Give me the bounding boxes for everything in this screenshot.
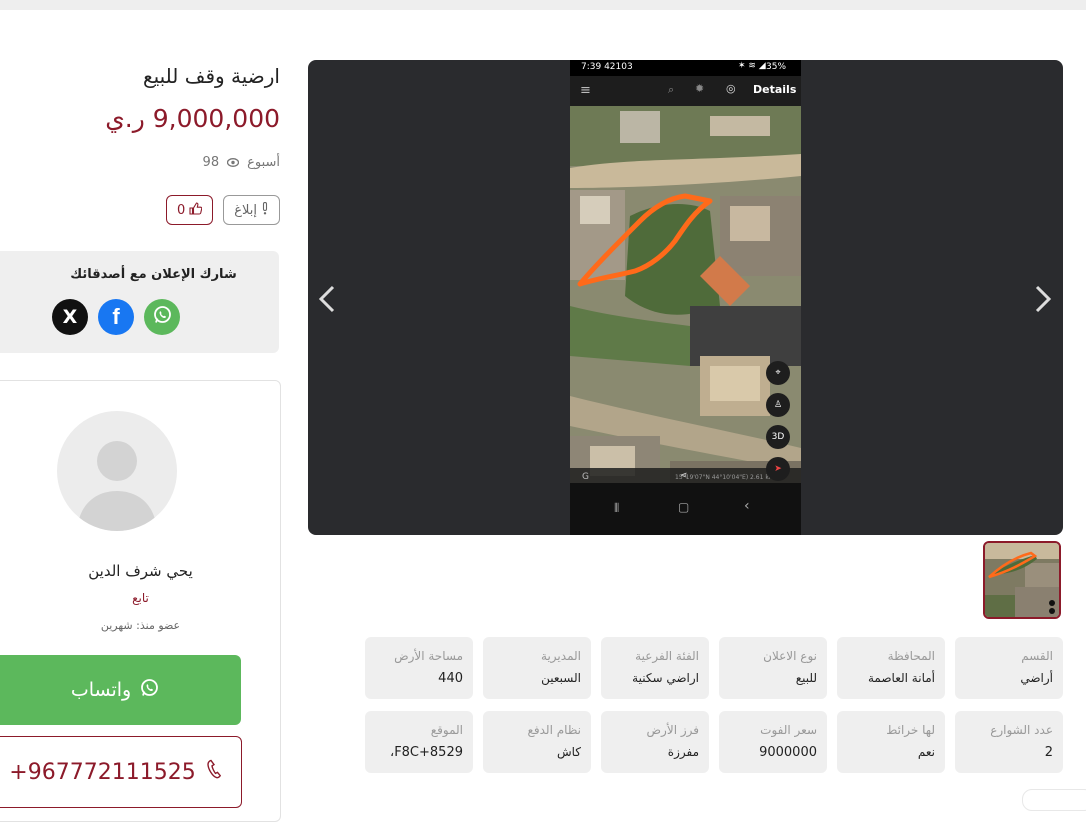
spec-label: الفئة الفرعية: [635, 649, 699, 663]
spec-label: مساحة الأرض: [394, 649, 463, 663]
thumbs-up-icon: [189, 201, 203, 219]
photo-coords: 15°19'07"N 44°10'04"E) 2.61 km: [675, 474, 775, 481]
spec-value: F8C+8529،: [389, 745, 463, 760]
map-3d-label: 3D: [771, 432, 785, 442]
listing-actions: إبلاغ 0: [165, 195, 280, 225]
satellite-map: G 15°19'07"N 44°10'04"E) 2.61 km ⌖ ♙ 3D …: [570, 106, 801, 483]
compass-icon: ➤: [766, 457, 790, 481]
spec-card: نظام الدفع كاش: [483, 711, 591, 773]
person-icon: ♙: [766, 393, 790, 417]
listing-title: ارضية وقف للبيع: [142, 64, 280, 88]
gear-icon: ✹: [695, 82, 705, 95]
svg-text:G: G: [582, 472, 589, 482]
view-count: 98: [202, 155, 220, 170]
report-button[interactable]: إبلاغ: [223, 195, 280, 225]
share-icon: ⋖: [680, 471, 688, 481]
phone-icon: [206, 759, 222, 785]
photo-status-bar: 7:39 42103 35% ✶ ≋ ◢: [570, 60, 801, 76]
spec-value: كاش: [556, 745, 581, 759]
seller-card: يحي شرف الدين تابع عضو منذ: شهرين واتساب…: [0, 380, 281, 822]
spec-label: نظام الدفع: [527, 723, 582, 737]
spec-card: عدد الشوارع 2: [955, 711, 1063, 773]
whatsapp-label: واتساب: [70, 679, 132, 701]
photo-battery: 35%: [766, 62, 787, 72]
photo-details-label: Details: [753, 83, 797, 96]
phone-number: +967772111525: [9, 759, 196, 785]
menu-icon: ≡: [580, 83, 591, 98]
spec-label: المحافظة: [887, 649, 935, 663]
like-count: 0: [176, 202, 186, 218]
listing-price: 9,000,000 ر.ي: [105, 104, 280, 133]
floating-widget[interactable]: [1022, 789, 1086, 811]
spec-card: نوع الاعلان للبيع: [719, 637, 827, 699]
spec-label: عدد الشوارع: [990, 723, 1053, 737]
spec-card: فرز الأرض مفرزة: [601, 711, 709, 773]
facebook-icon: f: [112, 304, 120, 329]
search-icon: ⌕: [668, 83, 675, 96]
spec-value: 440: [438, 671, 463, 686]
posted-time: أسبوع: [247, 155, 280, 170]
whatsapp-share-button[interactable]: [144, 299, 180, 335]
spec-card: القسم أراضي: [955, 637, 1063, 699]
whatsapp-icon: [152, 305, 172, 330]
share-title: شارك الإعلان مع أصدقائك: [70, 267, 237, 282]
photo-status-time: 7:39 42103: [581, 62, 633, 72]
alert-icon: [261, 201, 269, 219]
spec-label: القسم: [1021, 649, 1053, 663]
recent-apps-icon: ⦀: [614, 501, 620, 515]
whatsapp-button[interactable]: واتساب: [0, 655, 241, 725]
home-icon: ▢: [678, 500, 690, 514]
spec-value: مفرزة: [667, 745, 699, 759]
follow-link[interactable]: تابع: [0, 591, 280, 605]
report-label: إبلاغ: [234, 202, 257, 218]
prev-image-button[interactable]: [316, 284, 338, 322]
x-share-button[interactable]: X: [52, 299, 88, 335]
spec-value: اراضي سكنية: [632, 671, 699, 685]
member-since: عضو منذ: شهرين: [100, 619, 181, 632]
spec-value: أمانة العاصمة: [867, 671, 935, 685]
spec-label: لها خرائط: [886, 723, 935, 737]
like-button[interactable]: 0: [165, 195, 214, 225]
spec-card: مساحة الأرض 440: [365, 637, 473, 699]
seller-name[interactable]: يحي شرف الدين: [0, 562, 280, 580]
listing-meta: أسبوع 98: [203, 155, 280, 170]
location-icon: ◎: [726, 82, 736, 95]
spec-value: السبعين: [541, 671, 581, 685]
signal-icon: ✶ ≋ ◢: [738, 61, 766, 71]
top-bar: [0, 0, 1086, 10]
photo-app-bar: ≡ ⌕ ✹ ◎ Details: [570, 76, 801, 106]
spec-label: الموقع: [430, 723, 463, 737]
image-gallery[interactable]: 7:39 42103 35% ✶ ≋ ◢ ≡ ⌕ ✹ ◎ Details G 1…: [308, 60, 1063, 535]
spec-label: نوع الاعلان: [763, 649, 817, 663]
whatsapp-icon: [139, 678, 159, 703]
avatar[interactable]: [57, 411, 177, 531]
spec-value: نعم: [917, 745, 935, 759]
listing-photo: 7:39 42103 35% ✶ ≋ ◢ ≡ ⌕ ✹ ◎ Details G 1…: [570, 60, 801, 535]
spec-value: 9000000: [759, 745, 817, 760]
spec-card: سعر الفوت 9000000: [719, 711, 827, 773]
spec-card: المحافظة أمانة العاصمة: [837, 637, 945, 699]
image-thumbnail[interactable]: [983, 541, 1061, 619]
next-image-button[interactable]: [1032, 284, 1054, 322]
spec-label: سعر الفوت: [760, 723, 817, 737]
map-3d-button: 3D: [766, 425, 790, 449]
phone-button[interactable]: +967772111525: [0, 736, 242, 808]
crosshair-icon: ⌖: [766, 361, 790, 385]
photo-nav-bar: ⦀ ▢ ‹: [570, 483, 801, 535]
spec-card: المديرية السبعين: [483, 637, 591, 699]
spec-value: 2: [1044, 745, 1053, 760]
spec-label: المديرية: [541, 649, 581, 663]
spec-value: للبيع: [795, 671, 817, 685]
spec-card: لها خرائط نعم: [837, 711, 945, 773]
share-panel: شارك الإعلان مع أصدقائك X f: [0, 251, 279, 353]
spec-card: الفئة الفرعية اراضي سكنية: [601, 637, 709, 699]
eye-icon: [226, 156, 240, 170]
back-icon: ‹: [744, 498, 750, 514]
spec-card: الموقع F8C+8529،: [365, 711, 473, 773]
spec-value: أراضي: [1020, 671, 1053, 685]
x-icon: X: [62, 306, 78, 328]
spec-label: فرز الأرض: [646, 723, 699, 737]
facebook-share-button[interactable]: f: [98, 299, 134, 335]
